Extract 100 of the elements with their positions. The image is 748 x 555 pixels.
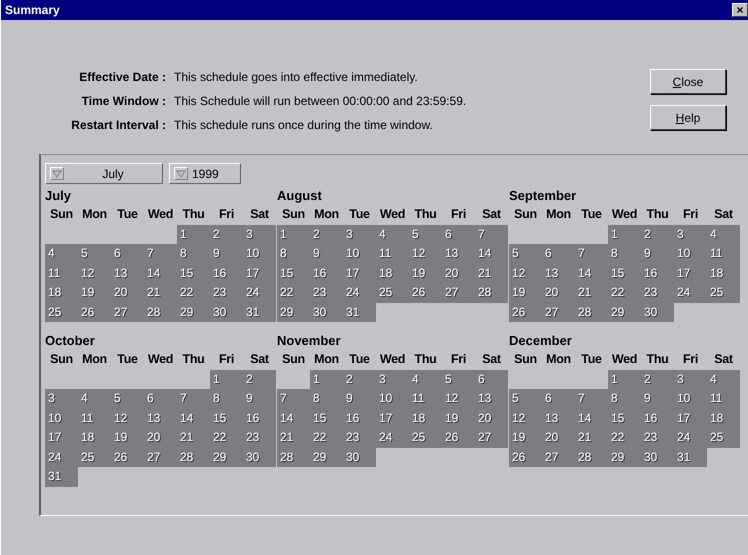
- day-cell[interactable]: 9: [343, 389, 376, 408]
- day-cell[interactable]: 8: [608, 389, 641, 408]
- day-cell[interactable]: 12: [509, 408, 542, 428]
- day-cell[interactable]: 11: [376, 244, 409, 264]
- day-cell[interactable]: 18: [78, 428, 111, 448]
- day-cell[interactable]: 30: [641, 448, 674, 467]
- day-cell[interactable]: 1: [310, 370, 343, 389]
- day-cell[interactable]: 9: [310, 244, 343, 264]
- day-cell[interactable]: 23: [343, 428, 376, 448]
- day-cell[interactable]: 25: [376, 283, 409, 302]
- day-cell[interactable]: 24: [674, 283, 707, 302]
- day-cell[interactable]: 22: [608, 428, 641, 448]
- day-cell[interactable]: 21: [575, 428, 608, 448]
- day-cell[interactable]: 7: [575, 244, 608, 264]
- day-cell[interactable]: 29: [310, 448, 343, 467]
- day-cell[interactable]: 13: [144, 408, 177, 428]
- day-cell[interactable]: 2: [641, 224, 674, 244]
- day-cell[interactable]: 17: [243, 264, 276, 283]
- day-cell[interactable]: 16: [243, 408, 276, 428]
- day-cell[interactable]: 11: [78, 408, 111, 428]
- day-cell[interactable]: 19: [509, 283, 542, 302]
- day-cell[interactable]: 4: [707, 370, 740, 389]
- day-cell[interactable]: 1: [277, 224, 310, 244]
- day-cell[interactable]: 31: [45, 467, 78, 486]
- day-cell[interactable]: 21: [144, 283, 177, 302]
- close-button[interactable]: ×: [732, 3, 748, 17]
- day-cell[interactable]: 9: [641, 389, 674, 408]
- day-cell[interactable]: 26: [509, 302, 542, 322]
- day-cell[interactable]: 25: [707, 283, 740, 302]
- day-cell[interactable]: 21: [177, 428, 210, 448]
- day-cell[interactable]: 3: [45, 389, 78, 408]
- day-cell[interactable]: 25: [45, 302, 78, 322]
- day-cell[interactable]: 2: [343, 370, 376, 389]
- day-cell[interactable]: 2: [243, 370, 276, 389]
- day-cell[interactable]: 1: [608, 224, 641, 244]
- day-cell[interactable]: 17: [674, 264, 707, 283]
- day-cell[interactable]: 16: [210, 264, 243, 283]
- day-cell[interactable]: 15: [608, 408, 641, 428]
- day-cell[interactable]: 3: [674, 224, 707, 244]
- day-cell[interactable]: 19: [442, 408, 475, 428]
- day-cell[interactable]: 25: [78, 448, 111, 467]
- day-cell[interactable]: 30: [310, 302, 343, 322]
- day-cell[interactable]: 14: [575, 408, 608, 428]
- day-cell[interactable]: 27: [542, 302, 575, 322]
- day-cell[interactable]: 24: [343, 283, 376, 302]
- day-cell[interactable]: 15: [177, 264, 210, 283]
- day-cell[interactable]: 5: [509, 244, 542, 264]
- day-cell[interactable]: 14: [475, 244, 508, 264]
- day-cell[interactable]: 8: [277, 244, 310, 264]
- day-cell[interactable]: 26: [111, 448, 144, 467]
- day-cell[interactable]: 23: [641, 283, 674, 302]
- day-cell[interactable]: 31: [674, 448, 707, 467]
- day-cell[interactable]: 20: [475, 408, 508, 428]
- day-cell[interactable]: 10: [376, 389, 409, 408]
- day-cell[interactable]: 5: [111, 389, 144, 408]
- day-cell[interactable]: 29: [608, 448, 641, 467]
- day-cell[interactable]: 30: [243, 448, 276, 467]
- day-cell[interactable]: 9: [243, 389, 276, 408]
- day-cell[interactable]: 18: [376, 264, 409, 283]
- day-cell[interactable]: 23: [243, 428, 276, 448]
- day-cell[interactable]: 10: [243, 244, 276, 264]
- day-cell[interactable]: 28: [177, 448, 210, 467]
- day-cell[interactable]: 23: [310, 283, 343, 302]
- day-cell[interactable]: 16: [310, 264, 343, 283]
- day-cell[interactable]: 6: [542, 389, 575, 408]
- day-cell[interactable]: 18: [409, 408, 442, 428]
- day-cell[interactable]: 22: [310, 428, 343, 448]
- day-cell[interactable]: 4: [707, 224, 740, 244]
- month-dropdown[interactable]: July: [45, 163, 163, 184]
- day-cell[interactable]: 9: [641, 244, 674, 264]
- day-cell[interactable]: 29: [608, 302, 641, 322]
- day-cell[interactable]: 18: [45, 283, 78, 302]
- day-cell[interactable]: 7: [177, 389, 210, 408]
- day-cell[interactable]: 26: [409, 283, 442, 302]
- day-cell[interactable]: 14: [575, 264, 608, 283]
- day-cell[interactable]: 28: [277, 448, 310, 467]
- day-cell[interactable]: 16: [343, 408, 376, 428]
- day-cell[interactable]: 2: [310, 224, 343, 244]
- day-cell[interactable]: 9: [210, 244, 243, 264]
- day-cell[interactable]: 14: [277, 408, 310, 428]
- day-cell[interactable]: 4: [45, 244, 78, 264]
- day-cell[interactable]: 27: [144, 448, 177, 467]
- day-cell[interactable]: 6: [111, 244, 144, 264]
- day-cell[interactable]: 20: [542, 428, 575, 448]
- day-cell[interactable]: 3: [243, 224, 276, 244]
- day-cell[interactable]: 20: [542, 283, 575, 302]
- day-cell[interactable]: 31: [243, 302, 276, 322]
- day-cell[interactable]: 5: [409, 224, 442, 244]
- day-cell[interactable]: 10: [45, 408, 78, 428]
- day-cell[interactable]: 2: [210, 224, 243, 244]
- day-cell[interactable]: 1: [210, 370, 243, 389]
- day-cell[interactable]: 17: [343, 264, 376, 283]
- day-cell[interactable]: 12: [442, 389, 475, 408]
- day-cell[interactable]: 2: [641, 370, 674, 389]
- day-cell[interactable]: 7: [575, 389, 608, 408]
- day-cell[interactable]: 15: [608, 264, 641, 283]
- day-cell[interactable]: 19: [78, 283, 111, 302]
- day-cell[interactable]: 22: [177, 283, 210, 302]
- day-cell[interactable]: 3: [376, 370, 409, 389]
- day-cell[interactable]: 12: [111, 408, 144, 428]
